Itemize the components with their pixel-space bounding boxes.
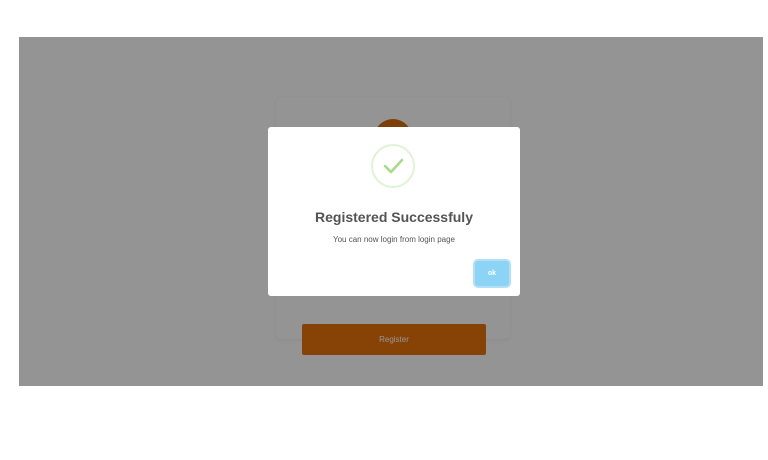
success-check-icon: [371, 144, 415, 188]
ok-button[interactable]: ok: [475, 261, 509, 286]
app-viewport: Register Registered Successfuly You can …: [19, 37, 763, 386]
dialog-title: Registered Successfuly: [315, 209, 473, 225]
success-dialog: Registered Successfuly You can now login…: [268, 127, 520, 296]
checkmark-icon: [383, 158, 404, 174]
dialog-message: You can now login from login page: [332, 235, 455, 244]
